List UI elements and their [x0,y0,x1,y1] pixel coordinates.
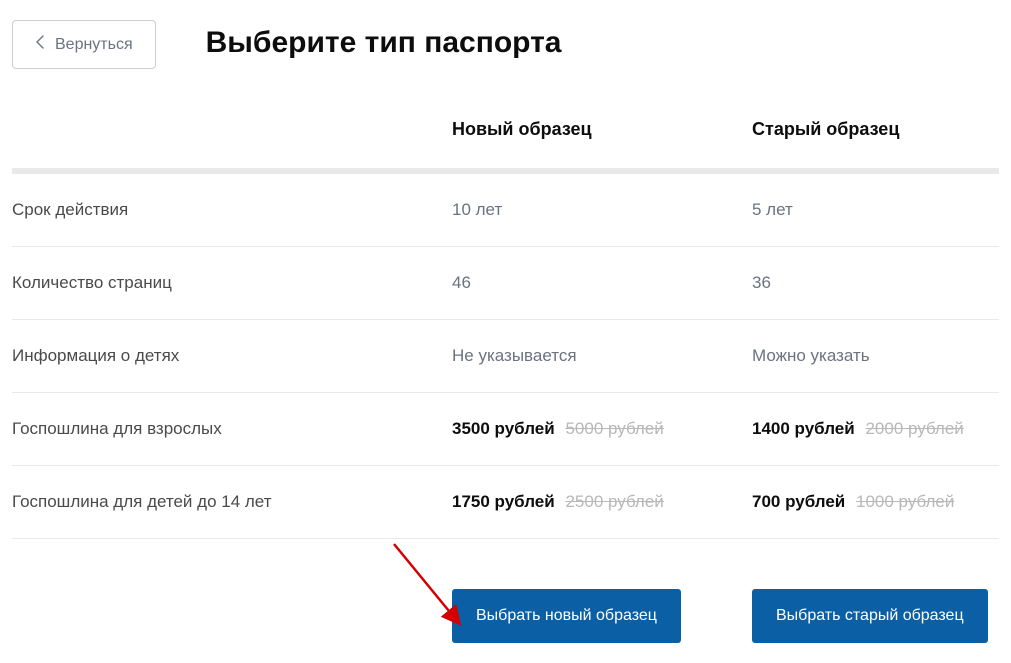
row-value-old: 700 рублей 1000 рублей [752,492,999,512]
back-button[interactable]: Вернуться [12,20,156,69]
row-value-new: 3500 рублей 5000 рублей [452,419,752,439]
strike-price: 2000 рублей [865,419,963,438]
row-label: Информация о детях [12,346,452,366]
row-label: Госпошлина для детей до 14 лет [12,492,452,512]
column-header-new: Новый образец [452,119,752,140]
table-row: Срок действия 10 лет 5 лет [12,174,999,247]
table-row: Госпошлина для взрослых 3500 рублей 5000… [12,393,999,466]
select-old-button[interactable]: Выбрать старый образец [752,589,988,643]
table-row: Количество страниц 46 36 [12,247,999,320]
page-title: Выберите тип паспорта [206,26,562,60]
row-value-new: 1750 рублей 2500 рублей [452,492,752,512]
strike-price: 1000 рублей [856,492,954,511]
row-value-old: 5 лет [752,200,999,220]
comparison-table: Новый образец Старый образец Срок действ… [12,119,999,539]
strike-price: 5000 рублей [565,419,663,438]
row-value-new: Не указывается [452,346,752,366]
column-header-old: Старый образец [752,119,999,140]
row-value-new: 10 лет [452,200,752,220]
back-button-label: Вернуться [55,36,133,54]
chevron-left-icon [35,35,45,54]
strike-price: 2500 рублей [565,492,663,511]
row-label: Количество страниц [12,273,452,293]
row-value-old: 1400 рублей 2000 рублей [752,419,999,439]
row-value-old: Можно указать [752,346,999,366]
row-value-new: 46 [452,273,752,293]
table-row: Информация о детях Не указывается Можно … [12,320,999,393]
row-value-old: 36 [752,273,999,293]
row-label: Срок действия [12,200,452,220]
row-label: Госпошлина для взрослых [12,419,452,439]
select-new-button[interactable]: Выбрать новый образец [452,589,681,643]
table-row: Госпошлина для детей до 14 лет 1750 рубл… [12,466,999,539]
